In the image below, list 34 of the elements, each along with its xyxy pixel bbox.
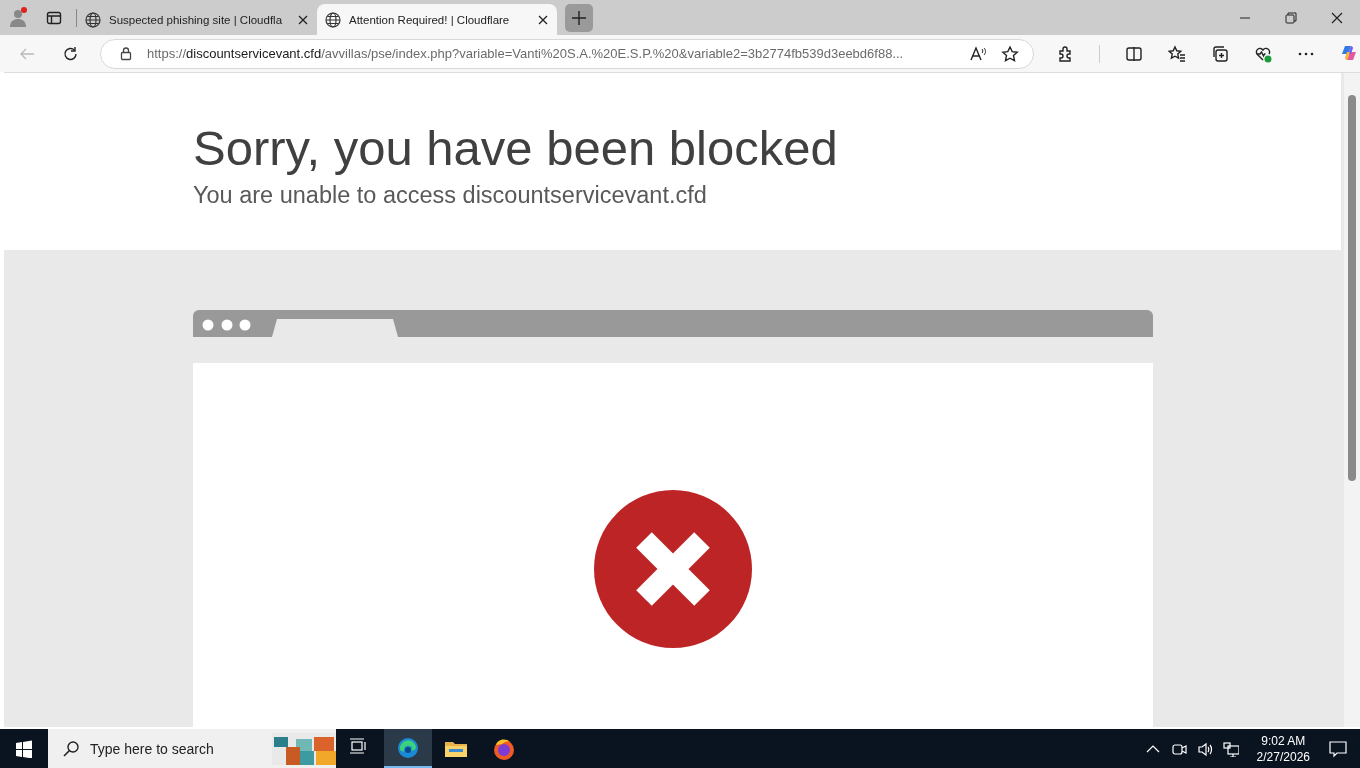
plus-icon: [571, 9, 587, 26]
lock-icon[interactable]: [119, 46, 133, 61]
notification-icon[interactable]: [1328, 739, 1348, 759]
taskbar-app[interactable]: [384, 729, 432, 768]
globe-icon: [325, 11, 341, 28]
error-x-icon: [594, 490, 752, 648]
page-heading: Sorry, you have been blocked: [193, 120, 839, 177]
clock[interactable]: 9:02 AM 2/27/2026: [1256, 733, 1310, 765]
search-icon: [62, 740, 80, 758]
speaker-icon[interactable]: [1196, 741, 1213, 757]
camera-icon[interactable]: [1170, 741, 1187, 757]
puzzle-icon[interactable]: [1056, 44, 1074, 63]
split-screen-icon[interactable]: [1125, 44, 1143, 63]
close-icon[interactable]: [537, 13, 549, 26]
network-icon[interactable]: [1222, 741, 1239, 757]
profile-icon[interactable]: [8, 6, 30, 29]
globe-icon: [85, 11, 101, 28]
firefox-icon: [492, 737, 516, 761]
read-aloud-icon[interactable]: [969, 44, 987, 63]
windows-icon[interactable]: [15, 740, 33, 758]
restore-icon[interactable]: [1283, 9, 1299, 26]
browser-tab[interactable]: Attention Required! | Cloudflare: [317, 4, 557, 35]
collections-icon[interactable]: [1211, 44, 1229, 63]
browser-tab[interactable]: Suspected phishing site | Cloudfla: [77, 4, 317, 35]
page-subheading: You are unable to access discountservicevant.cfd: [193, 181, 708, 210]
taskbar-search-field[interactable]: Type here to search: [48, 729, 336, 768]
refresh-icon[interactable]: [62, 44, 80, 63]
star-icon[interactable]: [1001, 44, 1019, 63]
favorites-icon[interactable]: [1168, 44, 1186, 63]
scrollbar[interactable]: [1344, 73, 1360, 727]
new-tab-button[interactable]: [565, 3, 593, 32]
close-icon[interactable]: [297, 13, 309, 26]
tab-actions-icon[interactable]: [46, 9, 62, 26]
edge-icon: [396, 735, 420, 760]
